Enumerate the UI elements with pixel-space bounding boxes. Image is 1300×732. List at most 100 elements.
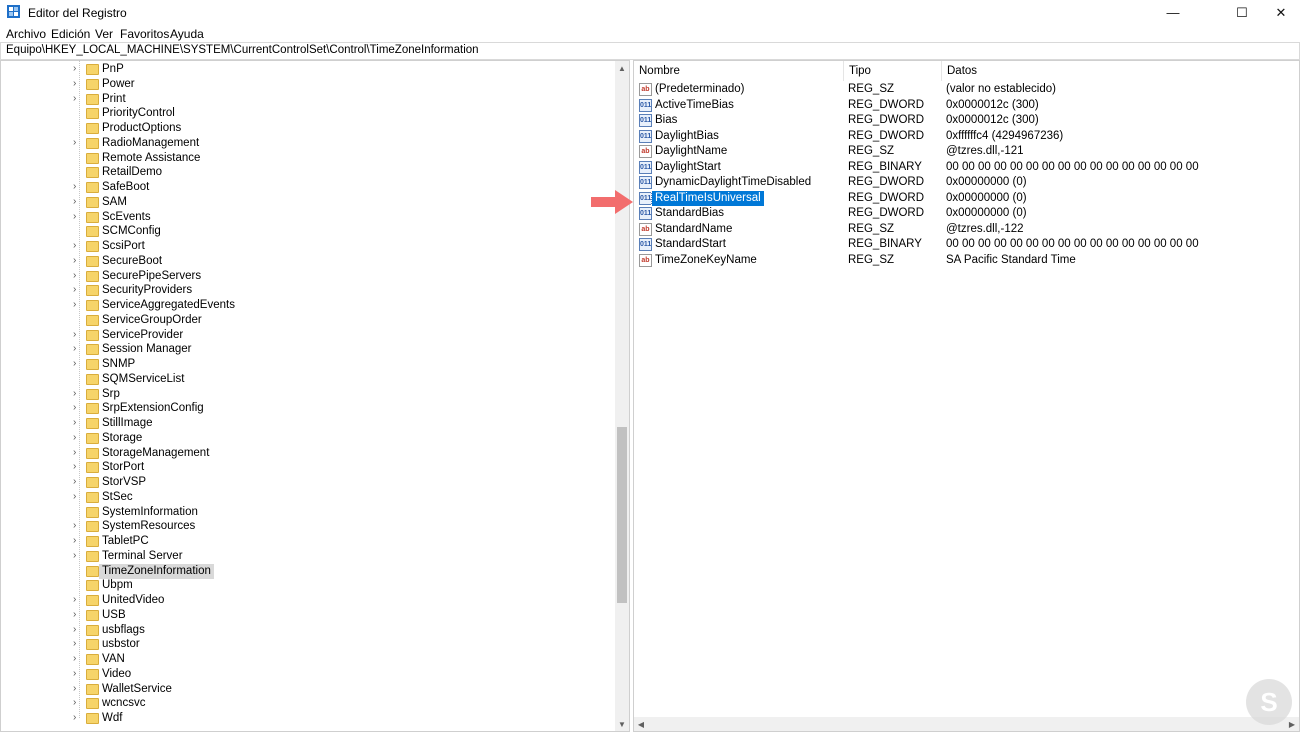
tree-item[interactable]: › Storage xyxy=(1,431,601,446)
tree-item[interactable]: › Session Manager xyxy=(1,342,601,357)
tree-item[interactable]: › SecurePipeServers xyxy=(1,269,601,284)
chevron-right-icon[interactable]: › xyxy=(73,432,83,443)
tree-item[interactable]: › Terminal Server xyxy=(1,549,601,564)
chevron-right-icon[interactable]: › xyxy=(73,683,83,694)
tree-item[interactable]: › ScEvents xyxy=(1,210,601,225)
tree-item[interactable]: › USB xyxy=(1,608,601,623)
value-row[interactable]: 011 DaylightStart REG_BINARY 00 00 00 00 00… xyxy=(634,160,1284,175)
values-horizontal-scrollbar[interactable]: ◀ ▶ xyxy=(634,717,1299,731)
chevron-right-icon[interactable]: › xyxy=(73,417,83,428)
tree-item[interactable]: Ubpm xyxy=(1,578,601,593)
chevron-right-icon[interactable]: › xyxy=(73,196,83,207)
value-row[interactable]: ab DaylightName REG_SZ @tzres.dll,-121 xyxy=(634,144,1284,159)
chevron-right-icon[interactable]: › xyxy=(73,388,83,399)
tree-scroll-thumb[interactable] xyxy=(617,427,627,603)
tree-item[interactable]: › StorageManagement xyxy=(1,446,601,461)
tree-item[interactable]: › StillImage xyxy=(1,416,601,431)
chevron-right-icon[interactable]: › xyxy=(73,638,83,649)
menu-favoritos[interactable]: Favoritos xyxy=(120,27,169,41)
value-row[interactable]: ab StandardName REG_SZ @tzres.dll,-122 xyxy=(634,222,1284,237)
tree-item[interactable]: › Print xyxy=(1,92,601,107)
chevron-right-icon[interactable]: › xyxy=(73,255,83,266)
menu-ver[interactable]: Ver xyxy=(95,27,113,41)
value-row[interactable]: ab TimeZoneKeyName REG_SZ SA Pacific Standa… xyxy=(634,253,1284,268)
tree-item[interactable]: › Wdf xyxy=(1,711,601,726)
chevron-right-icon[interactable]: › xyxy=(73,343,83,354)
close-button[interactable]: ✕ xyxy=(1258,0,1300,25)
scroll-up-icon[interactable]: ▲ xyxy=(615,61,629,75)
key-tree-pane[interactable]: › PnP › Power › Print PriorityControl ProductOp… xyxy=(0,60,630,732)
value-row[interactable]: 011 RealTimeIsUniversal REG_DWORD 0x0000000… xyxy=(634,189,1284,207)
tree-item[interactable]: TimeZoneInformation xyxy=(1,563,601,579)
chevron-right-icon[interactable]: › xyxy=(73,697,83,708)
chevron-right-icon[interactable]: › xyxy=(73,270,83,281)
tree-item[interactable]: › SrpExtensionConfig xyxy=(1,401,601,416)
tree-item[interactable]: › WalletService xyxy=(1,682,601,697)
scroll-left-icon[interactable]: ◀ xyxy=(634,717,648,731)
chevron-right-icon[interactable]: › xyxy=(73,137,83,148)
tree-item[interactable]: PriorityControl xyxy=(1,106,601,121)
chevron-right-icon[interactable]: › xyxy=(73,712,83,723)
tree-item[interactable]: Remote Assistance xyxy=(1,151,601,166)
tree-item[interactable]: › StSec xyxy=(1,490,601,505)
chevron-right-icon[interactable]: › xyxy=(73,329,83,340)
chevron-right-icon[interactable]: › xyxy=(73,668,83,679)
tree-item[interactable]: › SecureBoot xyxy=(1,254,601,269)
tree-item[interactable]: › SecurityProviders xyxy=(1,283,601,298)
tree-item[interactable]: SCMConfig xyxy=(1,224,601,239)
address-path[interactable]: Equipo\HKEY_LOCAL_MACHINE\SYSTEM\Current… xyxy=(6,44,479,56)
tree-item[interactable]: › VAN xyxy=(1,652,601,667)
value-row[interactable]: 011 ActiveTimeBias REG_DWORD 0x0000012c (30… xyxy=(634,98,1284,113)
tree-item[interactable]: ProductOptions xyxy=(1,121,601,136)
tree-item[interactable]: › Srp xyxy=(1,387,601,402)
value-row[interactable]: 011 Bias REG_DWORD 0x0000012c (300) xyxy=(634,113,1284,128)
chevron-right-icon[interactable]: › xyxy=(73,491,83,502)
value-row[interactable]: 011 StandardBias REG_DWORD 0x00000000 (0) xyxy=(634,206,1284,221)
tree-item[interactable]: ServiceGroupOrder xyxy=(1,313,601,328)
tree-item[interactable]: › UnitedVideo xyxy=(1,593,601,608)
chevron-right-icon[interactable]: › xyxy=(73,476,83,487)
menu-edicion[interactable]: Edición xyxy=(51,27,90,41)
values-pane[interactable]: Nombre Tipo Datos ab (Predeterminado) REG_… xyxy=(633,60,1300,732)
column-header-tipo[interactable]: Tipo xyxy=(844,61,942,81)
value-row[interactable]: ab (Predeterminado) REG_SZ (valor no establ… xyxy=(634,82,1284,97)
tree-item[interactable]: › usbstor xyxy=(1,637,601,652)
chevron-right-icon[interactable]: › xyxy=(73,402,83,413)
tree-item[interactable]: › RadioManagement xyxy=(1,136,601,151)
chevron-right-icon[interactable]: › xyxy=(73,358,83,369)
chevron-right-icon[interactable]: › xyxy=(73,609,83,620)
chevron-right-icon[interactable]: › xyxy=(73,535,83,546)
tree-item[interactable]: › ScsiPort xyxy=(1,239,601,254)
chevron-right-icon[interactable]: › xyxy=(73,447,83,458)
tree-item[interactable]: › StorPort xyxy=(1,460,601,475)
tree-item[interactable]: › PnP xyxy=(1,62,601,77)
chevron-right-icon[interactable]: › xyxy=(73,93,83,104)
tree-item[interactable]: › wcncsvc xyxy=(1,696,601,711)
tree-item[interactable]: RetailDemo xyxy=(1,165,601,180)
chevron-right-icon[interactable]: › xyxy=(73,284,83,295)
chevron-right-icon[interactable]: › xyxy=(73,78,83,89)
tree-vertical-scrollbar[interactable]: ▲ ▼ xyxy=(615,61,629,731)
address-bar[interactable]: Equipo\HKEY_LOCAL_MACHINE\SYSTEM\Current… xyxy=(0,42,1300,60)
value-row[interactable]: 011 StandardStart REG_BINARY 00 00 00 00 00… xyxy=(634,237,1284,252)
chevron-right-icon[interactable]: › xyxy=(73,594,83,605)
chevron-right-icon[interactable]: › xyxy=(73,211,83,222)
chevron-right-icon[interactable]: › xyxy=(73,653,83,664)
column-header-nombre[interactable]: Nombre xyxy=(634,61,844,81)
chevron-right-icon[interactable]: › xyxy=(73,461,83,472)
tree-item[interactable]: › ServiceProvider xyxy=(1,328,601,343)
chevron-right-icon[interactable]: › xyxy=(73,550,83,561)
tree-item[interactable]: › SAM xyxy=(1,195,601,210)
scroll-right-icon[interactable]: ▶ xyxy=(1285,717,1299,731)
minimize-button[interactable]: — xyxy=(1150,0,1196,25)
tree-item[interactable]: › SafeBoot xyxy=(1,180,601,195)
tree-item[interactable]: › Video xyxy=(1,667,601,682)
tree-item[interactable]: › Power xyxy=(1,77,601,92)
chevron-right-icon[interactable]: › xyxy=(73,181,83,192)
tree-item[interactable]: › SNMP xyxy=(1,357,601,372)
tree-item[interactable]: › TabletPC xyxy=(1,534,601,549)
scroll-down-icon[interactable]: ▼ xyxy=(615,717,629,731)
chevron-right-icon[interactable]: › xyxy=(73,63,83,74)
chevron-right-icon[interactable]: › xyxy=(73,624,83,635)
chevron-right-icon[interactable]: › xyxy=(73,520,83,531)
